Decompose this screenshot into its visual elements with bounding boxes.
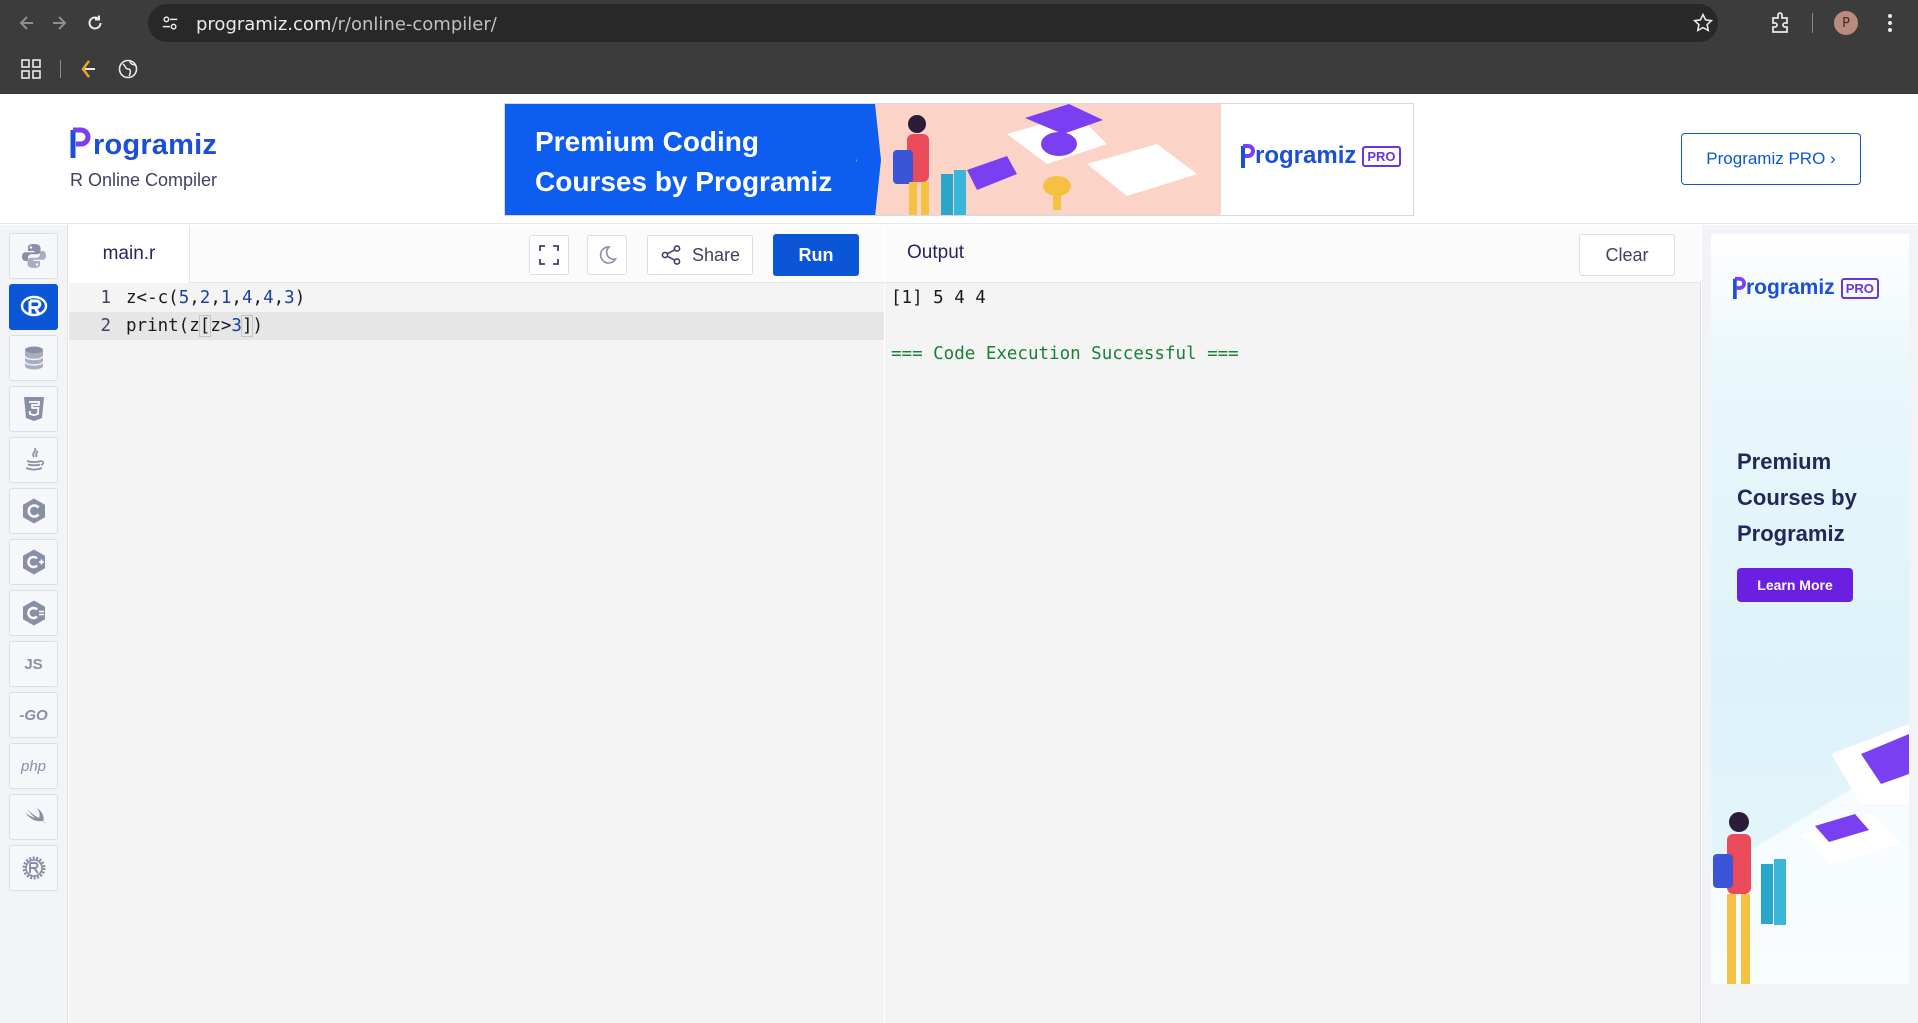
- language-sidebar: JS -GO php: [0, 225, 68, 1023]
- output-status-line: === Code Execution Successful ===: [891, 344, 1239, 364]
- python-icon: [21, 244, 46, 268]
- ad-illustration: [1711, 724, 1909, 984]
- bookmarks-bar: [0, 46, 1918, 94]
- reload-icon: [88, 15, 102, 30]
- ad-logo: rogramiz PRO: [1733, 276, 1879, 300]
- r-icon: [20, 295, 47, 317]
- banner-logo-text: rogramiz: [1255, 142, 1357, 169]
- output-toolbar: Output Clear: [885, 225, 1701, 283]
- globe-icon[interactable]: [117, 58, 139, 80]
- toolbar-divider: [1812, 13, 1813, 33]
- lang-swift-button[interactable]: [9, 794, 58, 840]
- cpp-icon: [22, 549, 45, 575]
- lang-java-button[interactable]: [9, 437, 58, 483]
- lang-r-button[interactable]: [9, 284, 58, 330]
- clear-button[interactable]: Clear: [1579, 234, 1675, 276]
- swift-icon: [24, 808, 45, 823]
- programiz-logo-icon: [70, 127, 91, 158]
- code-line-active[interactable]: 2 print(z[z>3]): [69, 312, 884, 340]
- go-icon: -GO: [19, 706, 48, 724]
- lang-c-button[interactable]: [9, 488, 58, 534]
- banner-logo-panel: rogramiz PRO: [1221, 104, 1413, 215]
- programiz-logo[interactable]: rogramiz: [70, 124, 217, 160]
- url-path: /r/online-compiler/: [331, 14, 497, 35]
- lang-js-button[interactable]: JS: [9, 641, 58, 687]
- ad-logo-text: rogramiz: [1746, 276, 1835, 299]
- right-ad[interactable]: rogramiz PRO Premium Courses by Programi…: [1711, 234, 1909, 984]
- c-icon: [22, 498, 45, 524]
- bookmark-favicon-icon[interactable]: [78, 58, 100, 80]
- code-line[interactable]: 1 z<-c(5,2,1,4,4,3): [69, 284, 884, 312]
- banner-illustration: [857, 104, 1221, 215]
- ad-heading: Premium Courses by Programiz: [1737, 449, 1857, 546]
- editor-toolbar: main.r Share Run: [69, 225, 884, 283]
- fullscreen-button[interactable]: [529, 235, 569, 275]
- bookmarks-divider: [60, 60, 61, 78]
- browser-toolbar: programiz.com/r/online-compiler/ P: [0, 0, 1918, 46]
- forward-arrow-icon: [53, 16, 67, 30]
- code-editor[interactable]: [122, 284, 884, 1023]
- logo-text: rogramiz: [93, 129, 218, 161]
- more-menu-icon[interactable]: [1884, 10, 1896, 36]
- programiz-pro-button[interactable]: Programiz PRO ›: [1681, 133, 1861, 185]
- url-domain: programiz.com: [196, 14, 332, 35]
- editor-pane: main.r Share Run 1 z<-c(5,2,1,4,4,3) 2 p…: [69, 225, 884, 1023]
- banner-logo: rogramiz PRO: [1241, 142, 1401, 170]
- database-icon: [23, 346, 44, 370]
- lang-rust-button[interactable]: [9, 845, 58, 891]
- lang-sql-button[interactable]: [9, 335, 58, 381]
- share-button[interactable]: Share: [647, 235, 753, 275]
- apps-grid-icon[interactable]: [20, 58, 42, 80]
- reload-button[interactable]: [80, 8, 110, 38]
- rust-icon: [22, 856, 45, 880]
- banner-blue-panel: Premium Coding Courses by Programiz: [505, 104, 875, 215]
- site-header: rogramiz R Online Compiler Premium Codin…: [0, 94, 1918, 224]
- lang-csharp-button[interactable]: [9, 590, 58, 636]
- moon-icon: [599, 246, 618, 264]
- share-label: Share: [691, 244, 741, 265]
- banner-title: Premium Coding Courses by Programiz: [535, 126, 833, 197]
- site-info-icon[interactable]: [158, 11, 182, 35]
- html5-icon: [23, 397, 44, 421]
- dark-mode-button[interactable]: [587, 235, 627, 275]
- java-icon: [25, 447, 44, 471]
- line-number: 2: [100, 316, 111, 336]
- code-text-line-2: print(z[z>3]): [126, 315, 264, 337]
- output-pane: Output Clear [1] 5 4 4 === Code Executio…: [885, 225, 1701, 1023]
- file-tab-main-r[interactable]: main.r: [69, 225, 190, 283]
- ad-banner[interactable]: Premium Coding Courses by Programiz rogr…: [504, 103, 1414, 216]
- output-title: Output: [907, 242, 965, 263]
- forward-button[interactable]: [44, 8, 74, 38]
- line-number: 1: [100, 288, 111, 308]
- output-result-line: [1] 5 4 4: [891, 288, 986, 308]
- url-text[interactable]: programiz.com/r/online-compiler/: [196, 14, 497, 35]
- extensions-icon[interactable]: [1768, 10, 1794, 36]
- fullscreen-icon: [539, 245, 559, 265]
- run-button[interactable]: Run: [773, 234, 859, 276]
- banner-logo-icon: [1241, 144, 1255, 168]
- ad-logo-icon: [1733, 276, 1746, 300]
- lang-cpp-button[interactable]: [9, 539, 58, 585]
- line-gutter: [69, 284, 122, 1023]
- lang-python-button[interactable]: [9, 233, 58, 279]
- ad-pro-badge: PRO: [1840, 277, 1879, 299]
- js-icon: JS: [24, 655, 43, 673]
- code-text-line-1: z<-c(5,2,1,4,4,3): [126, 288, 306, 308]
- lang-go-button[interactable]: -GO: [9, 692, 58, 738]
- pro-badge: PRO: [1362, 145, 1401, 167]
- address-bar[interactable]: programiz.com/r/online-compiler/: [148, 4, 1718, 42]
- profile-avatar[interactable]: P: [1834, 11, 1858, 35]
- learn-more-button[interactable]: Learn More: [1737, 568, 1853, 602]
- csharp-icon: [22, 600, 45, 626]
- bookmark-star-icon[interactable]: [1692, 12, 1714, 34]
- php-icon: php: [20, 757, 47, 775]
- lang-php-button[interactable]: php: [9, 743, 58, 789]
- share-icon: [661, 245, 681, 265]
- page-subtitle: R Online Compiler: [70, 170, 218, 190]
- lang-html-button[interactable]: [9, 386, 58, 432]
- back-arrow-icon: [19, 16, 33, 30]
- back-button[interactable]: [12, 8, 42, 38]
